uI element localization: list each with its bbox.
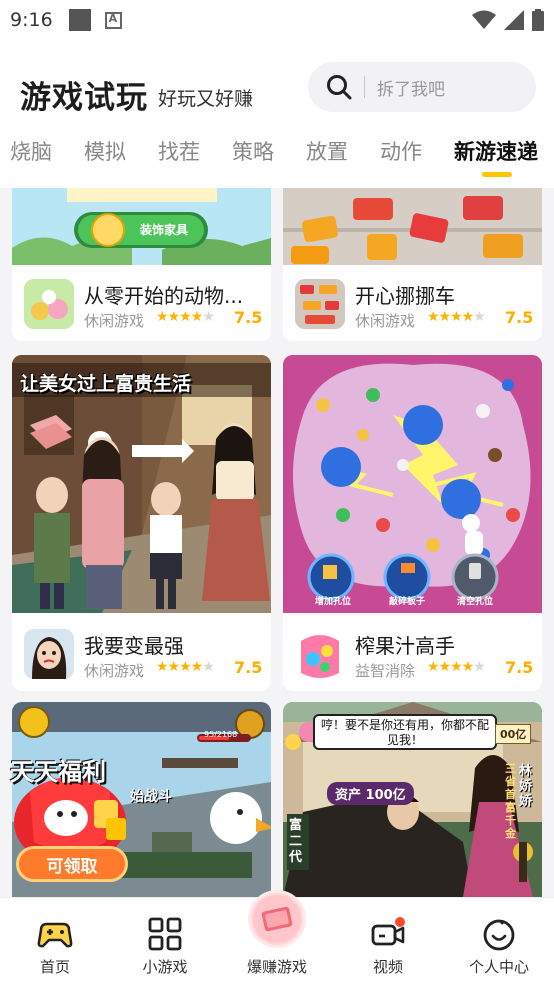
category-tabs: 烧脑 模拟 找茬 策略 放置 动作 新游速递 bbox=[0, 126, 554, 177]
tab-moni[interactable]: 模拟 bbox=[84, 136, 126, 166]
banner-amount-tag: 00亿 bbox=[495, 724, 532, 744]
game-rating: 7.5 bbox=[234, 308, 263, 327]
game-card[interactable]: 让美女过上富贵生活 我要变最强 休闲游戏 ★★★★★ 7.5 bbox=[12, 355, 271, 691]
dialog-bubble: 哼！要不是你还有用，你都不配见我！ bbox=[313, 714, 497, 750]
game-category: 休闲游戏 bbox=[84, 312, 145, 330]
game-name: 榨果汁高手 bbox=[355, 634, 455, 658]
game-banner-image: 装饰家具 bbox=[12, 188, 271, 265]
game-info: 我要变最强 休闲游戏 ★★★★★ 7.5 bbox=[12, 615, 271, 691]
search-icon bbox=[327, 75, 352, 100]
tab-fangzhi[interactable]: 放置 bbox=[306, 136, 348, 166]
page-subtitle: 好玩又好赚 bbox=[158, 88, 254, 110]
search-bar[interactable]: 拆了我吧 bbox=[308, 62, 536, 112]
status-right bbox=[472, 9, 544, 31]
wifi-icon bbox=[472, 10, 496, 29]
game-card[interactable]: 增加孔位 敲碎板子 清空孔位 榨果汁高手 益智消除 ★★★★★ 7.5 bbox=[283, 355, 542, 691]
battery-icon bbox=[532, 9, 544, 31]
app-screen: 9:16 游戏试玩 好玩又好赚 拆了我吧 烧脑 模拟 找茬 策略 放置 动作 新… bbox=[0, 0, 554, 985]
nav-profile[interactable]: 个人中心 bbox=[444, 898, 554, 985]
tab-zhaocha[interactable]: 找茬 bbox=[158, 136, 200, 166]
powerup-label-break: 敲碎板子 bbox=[389, 597, 426, 607]
game-banner-image: 让美女过上富贵生活 bbox=[12, 355, 271, 613]
banner-asset-tag: 资产 100亿 bbox=[327, 782, 414, 805]
game-name: 我要变最强 bbox=[84, 634, 184, 658]
banner-hp-text: 95/2168 bbox=[204, 730, 238, 739]
notification-square-icon bbox=[68, 9, 91, 31]
tab-shaonao[interactable]: 烧脑 bbox=[10, 136, 52, 166]
nav-video[interactable]: 视频 bbox=[333, 898, 443, 985]
notification-a-icon bbox=[104, 11, 122, 29]
status-time: 9:16 bbox=[10, 9, 53, 31]
banner-battle-text: 始战斗 bbox=[130, 789, 172, 805]
game-card[interactable]: 哼！要不是你还有用，你都不配见我！ 资产 100亿 富二代 林娇娇 三省首富千金… bbox=[283, 702, 542, 897]
search-divider bbox=[364, 76, 365, 98]
game-icon bbox=[24, 279, 74, 329]
nav-home[interactable]: 首页 bbox=[0, 898, 110, 985]
game-info: 榨果汁高手 益智消除 ★★★★★ 7.5 bbox=[283, 615, 542, 691]
nav-label: 个人中心 bbox=[468, 958, 529, 976]
video-icon bbox=[371, 917, 405, 946]
status-bar: 9:16 bbox=[0, 0, 554, 40]
nav-label: 首页 bbox=[39, 958, 70, 976]
powerup-label-add: 增加孔位 bbox=[315, 597, 352, 607]
tab-dongzuo[interactable]: 动作 bbox=[380, 136, 422, 166]
tab-celue[interactable]: 策略 bbox=[232, 136, 274, 166]
banner-title-tag: 三省首富千金 bbox=[505, 762, 516, 840]
page-title: 游戏试玩 bbox=[20, 80, 148, 116]
game-info: 从零开始的动物... 休闲游戏 ★★★★★ 7.5 bbox=[12, 265, 271, 341]
game-card[interactable]: 装饰家具 从零开始的动物... 休闲游戏 ★★★★★ 7.5 bbox=[12, 188, 271, 341]
banner-name-tag: 林娇娇 bbox=[519, 764, 533, 809]
grid-icon bbox=[148, 917, 182, 951]
game-banner-image bbox=[283, 188, 542, 265]
banner-role-tag: 富二代 bbox=[287, 814, 309, 870]
banner-headline: 让美女过上富贵生活 bbox=[20, 373, 192, 395]
game-icon bbox=[24, 629, 74, 679]
cash-icon bbox=[248, 890, 306, 948]
game-name: 开心挪挪车 bbox=[355, 284, 455, 308]
star-rating-icon: ★★★★★ bbox=[156, 659, 215, 675]
game-info: 开心挪挪车 休闲游戏 ★★★★★ 7.5 bbox=[283, 265, 542, 341]
game-category: 休闲游戏 bbox=[355, 312, 416, 330]
game-icon bbox=[295, 629, 345, 679]
nav-label: 爆赚游戏 bbox=[246, 958, 307, 976]
tab-xinyousudi[interactable]: 新游速递 bbox=[454, 136, 538, 177]
nav-mini-games[interactable]: 小游戏 bbox=[110, 898, 220, 985]
promo-claim-label: 可领取 bbox=[46, 856, 98, 877]
promo-claim-button[interactable]: 可领取 bbox=[16, 846, 128, 882]
game-category: 休闲游戏 bbox=[84, 662, 145, 680]
game-rating: 7.5 bbox=[505, 308, 534, 327]
game-banner-image: 哼！要不是你还有用，你都不配见我！ 资产 100亿 富二代 林娇娇 三省首富千金… bbox=[283, 702, 542, 897]
game-category: 益智消除 bbox=[355, 662, 416, 680]
star-rating-icon: ★★★★★ bbox=[427, 309, 486, 325]
header: 游戏试玩 好玩又好赚 拆了我吧 烧脑 模拟 找茬 策略 放置 动作 新游速递 bbox=[0, 40, 554, 188]
smile-icon bbox=[483, 919, 515, 951]
search-placeholder: 拆了我吧 bbox=[377, 79, 445, 100]
banner-button-label: 装饰家具 bbox=[140, 223, 189, 237]
gamepad-icon bbox=[37, 922, 73, 948]
star-rating-icon: ★★★★★ bbox=[156, 309, 215, 325]
game-rating: 7.5 bbox=[505, 658, 534, 677]
game-card[interactable]: 开心挪挪车 休闲游戏 ★★★★★ 7.5 bbox=[283, 188, 542, 341]
promo-title: 天天福利 bbox=[10, 758, 106, 786]
game-banner-image: 增加孔位 敲碎板子 清空孔位 bbox=[283, 355, 542, 613]
game-icon bbox=[295, 279, 345, 329]
signal-icon bbox=[504, 10, 524, 30]
nav-label: 小游戏 bbox=[142, 958, 188, 976]
star-rating-icon: ★★★★★ bbox=[427, 659, 486, 675]
game-rating: 7.5 bbox=[234, 658, 263, 677]
nav-hot-earn[interactable]: 爆赚游戏 bbox=[222, 890, 332, 985]
promo-float[interactable]: 天天福利 可领取 bbox=[10, 752, 134, 890]
game-name: 从零开始的动物... bbox=[84, 284, 244, 308]
bottom-nav: 首页 小游戏 爆赚游戏 视频 个人中心 bbox=[0, 890, 554, 985]
nav-label: 视频 bbox=[372, 958, 403, 976]
powerup-label-clear: 清空孔位 bbox=[457, 597, 494, 607]
